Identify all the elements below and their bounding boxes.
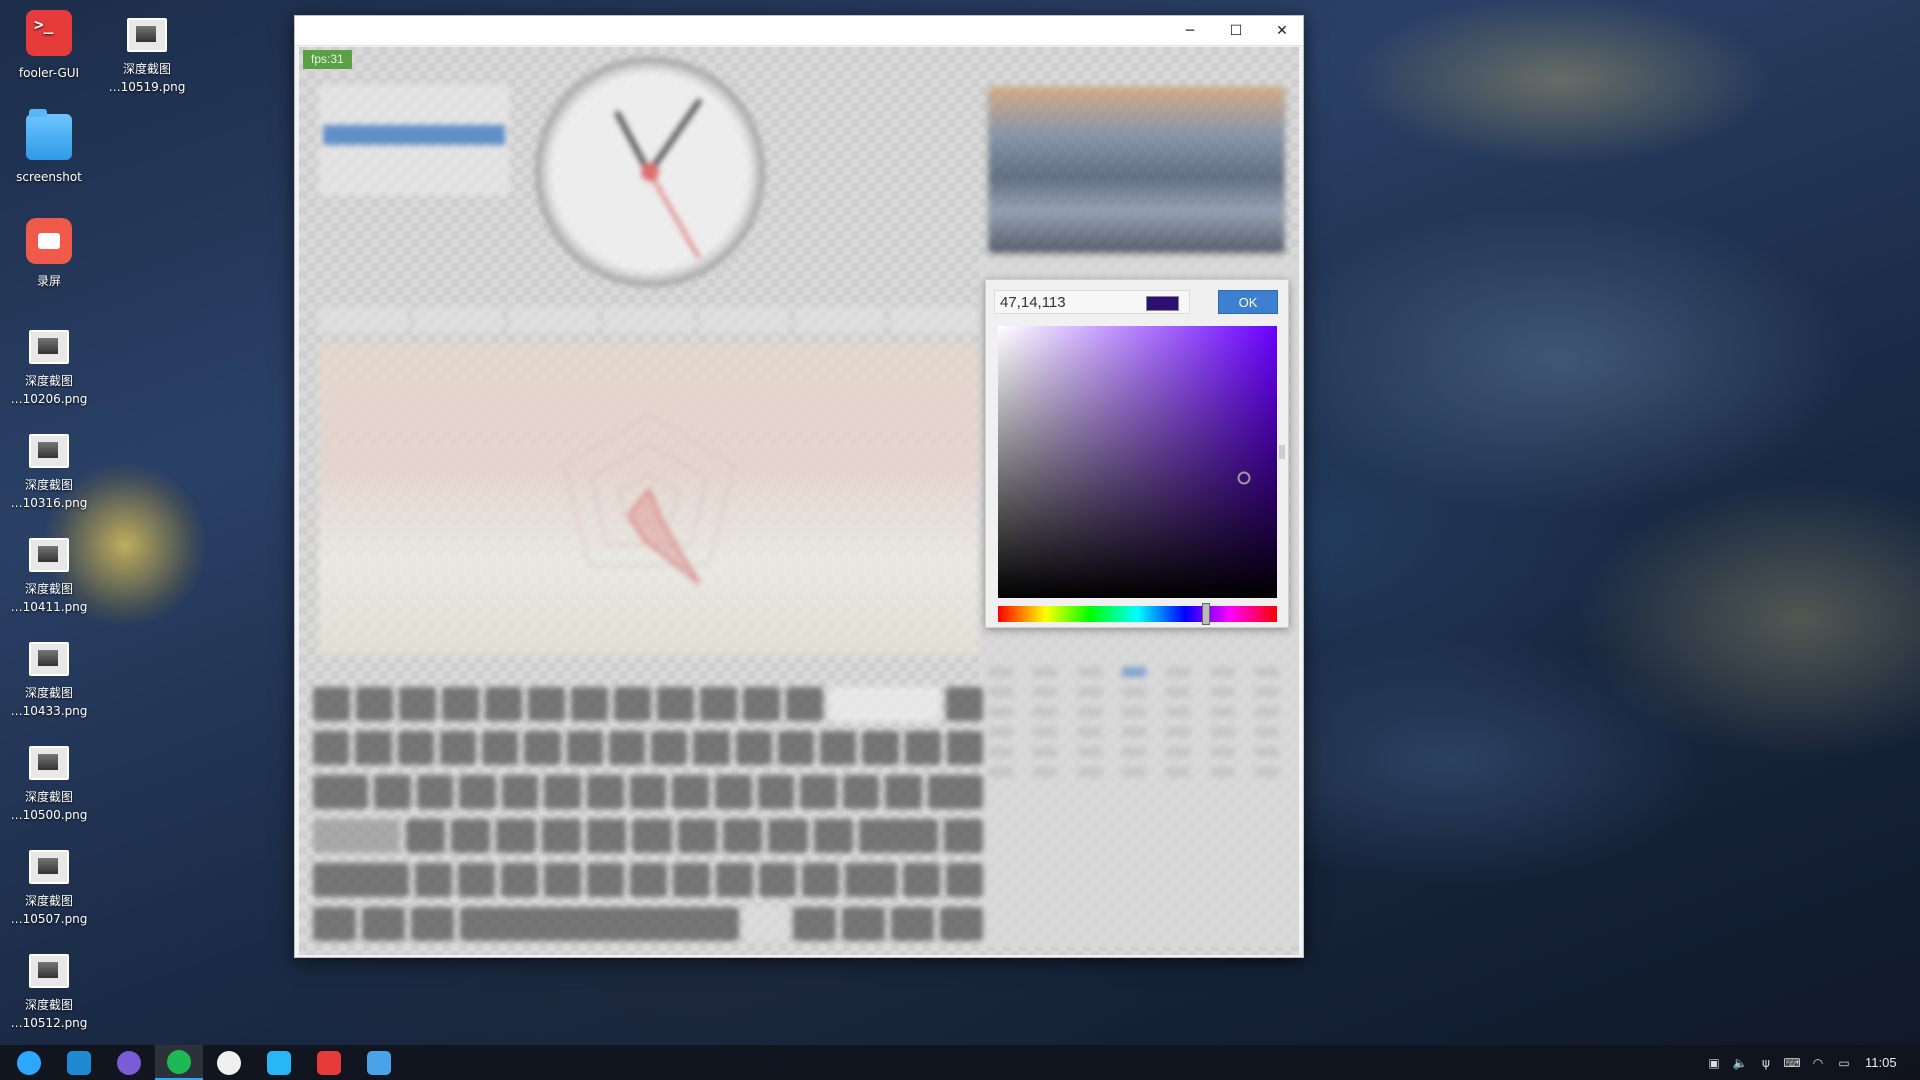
- desktop-icon-label: screenshot: [16, 170, 82, 184]
- desktop-icon-label-filename: …10411.png: [10, 600, 88, 614]
- taskbar-app-vscode[interactable]: [55, 1045, 103, 1080]
- fps-counter: fps:31: [303, 50, 352, 69]
- desktop-icon[interactable]: 深度截图 …10411.png: [0, 530, 98, 616]
- image-file-icon: [29, 330, 69, 364]
- desktop-icon[interactable]: 深度截图 …10512.png: [0, 946, 98, 1032]
- desktop-icon-label: 深度截图: [24, 478, 73, 492]
- window-titlebar[interactable]: ─ ☐ ✕: [295, 16, 1303, 46]
- desktop-icon-label: fooler-GUI: [18, 66, 80, 80]
- rgb-value-text: 47,14,113: [1000, 294, 1066, 311]
- minimize-button[interactable]: ─: [1167, 16, 1213, 46]
- taskbar-clock[interactable]: 11:05: [1865, 1045, 1897, 1080]
- color-swatch: [1146, 296, 1179, 311]
- taskbar-app-app-store[interactable]: [255, 1045, 303, 1080]
- calendar-widget: [989, 667, 1279, 827]
- image-file-icon: [29, 746, 69, 780]
- keyboard-icon[interactable]: ⌨: [1781, 1045, 1803, 1080]
- taskbar: 11:05 ▣ 🔈 ψ ⌨ ◠ ▭: [0, 1045, 1920, 1080]
- desktop-icon-label: 深度截图: [24, 582, 73, 596]
- taskbar-app-terminal-yin-yang[interactable]: [205, 1045, 253, 1080]
- desktop-icon-label-filename: …10519.png: [108, 80, 186, 94]
- hue-slider-handle[interactable]: [1201, 603, 1210, 625]
- hue-slider[interactable]: [998, 603, 1277, 625]
- wifi-icon[interactable]: ◠: [1807, 1045, 1829, 1080]
- taskbar-app-terminal[interactable]: [305, 1045, 353, 1080]
- maximize-button[interactable]: ☐: [1213, 16, 1259, 46]
- close-button[interactable]: ✕: [1259, 16, 1305, 46]
- desktop-icon-label: 深度截图: [24, 374, 73, 388]
- launcher-icon: [17, 1050, 41, 1075]
- desktop-icon-label-filename: …10507.png: [10, 912, 88, 926]
- list-widget: [319, 85, 509, 195]
- browser-icon: [167, 1049, 191, 1074]
- virtual-keyboard: [313, 687, 984, 947]
- image-file-icon: [29, 954, 69, 988]
- picker-scroll-handle[interactable]: [1279, 445, 1285, 459]
- desktop-icon-label-filename: …10316.png: [10, 496, 88, 510]
- desktop-icon[interactable]: 深度截图 …10433.png: [0, 634, 98, 720]
- desktop-icon-label-filename: …10433.png: [10, 704, 88, 718]
- gpu-icon[interactable]: ▣: [1703, 1045, 1725, 1080]
- taskbar-app-screenshot-viewer[interactable]: [355, 1045, 403, 1080]
- desktop-icon[interactable]: 深度截图 …10507.png: [0, 842, 98, 928]
- desktop-icon-label: 深度截图: [122, 62, 171, 76]
- scenery-image: [989, 87, 1284, 252]
- desktop-icon[interactable]: 录屏: [0, 218, 98, 290]
- image-file-icon: [29, 434, 69, 468]
- taskbar-app-system-monitor[interactable]: [105, 1045, 153, 1080]
- desktop-icon[interactable]: 深度截图 …10206.png: [0, 322, 98, 408]
- radar-chart: [563, 414, 735, 584]
- desktop-icon-label: 录屏: [36, 274, 61, 288]
- terminal-yin-yang-icon: [217, 1050, 241, 1075]
- color-cursor[interactable]: [1237, 471, 1251, 485]
- radar-chart-panel: [319, 345, 979, 655]
- color-picker-dialog: 47,14,113 OK: [985, 279, 1289, 628]
- screenshot-viewer-icon: [367, 1050, 391, 1075]
- desktop-icon-label: 深度截图: [24, 894, 73, 908]
- vscode-icon: [67, 1050, 91, 1075]
- desktop-icon-label-filename: …10206.png: [10, 392, 88, 406]
- folder-icon: [26, 109, 72, 160]
- chart-tabs: [319, 307, 979, 333]
- app-store-icon: [267, 1050, 291, 1075]
- desktop-icon-label-filename: …10512.png: [10, 1016, 88, 1030]
- usb-icon[interactable]: ψ: [1755, 1045, 1777, 1080]
- image-file-icon: [127, 18, 167, 52]
- taskbar-app-launcher[interactable]: [5, 1045, 53, 1080]
- desktop-icon[interactable]: 深度截图 …10519.png: [98, 10, 196, 96]
- desktop-icon-label-filename: …10500.png: [10, 808, 88, 822]
- desktop-icon[interactable]: 深度截图 …10316.png: [0, 426, 98, 512]
- system-monitor-icon: [117, 1050, 141, 1075]
- image-file-icon: [29, 538, 69, 572]
- image-file-icon: [29, 642, 69, 676]
- terminal-icon: [317, 1050, 341, 1075]
- desktop-icon-label: 深度截图: [24, 686, 73, 700]
- terminal-app-icon: [26, 10, 72, 56]
- battery-icon[interactable]: ▭: [1833, 1045, 1855, 1080]
- taskbar-app-browser[interactable]: [155, 1045, 203, 1080]
- image-file-icon: [29, 850, 69, 884]
- desktop-icon[interactable]: screenshot: [0, 109, 98, 186]
- desktop-icon-label: 深度截图: [24, 790, 73, 804]
- desktop-icon-label: 深度截图: [24, 998, 73, 1012]
- saturation-brightness-area[interactable]: [998, 326, 1277, 598]
- ok-button[interactable]: OK: [1218, 290, 1278, 314]
- screen-recorder-icon: [26, 218, 72, 264]
- desktop-icon[interactable]: 深度截图 …10500.png: [0, 738, 98, 824]
- volume-icon[interactable]: 🔈: [1729, 1045, 1751, 1080]
- rgb-value-field[interactable]: 47,14,113: [994, 290, 1190, 314]
- analog-clock: [535, 57, 765, 287]
- desktop-icon[interactable]: fooler-GUI: [0, 10, 98, 82]
